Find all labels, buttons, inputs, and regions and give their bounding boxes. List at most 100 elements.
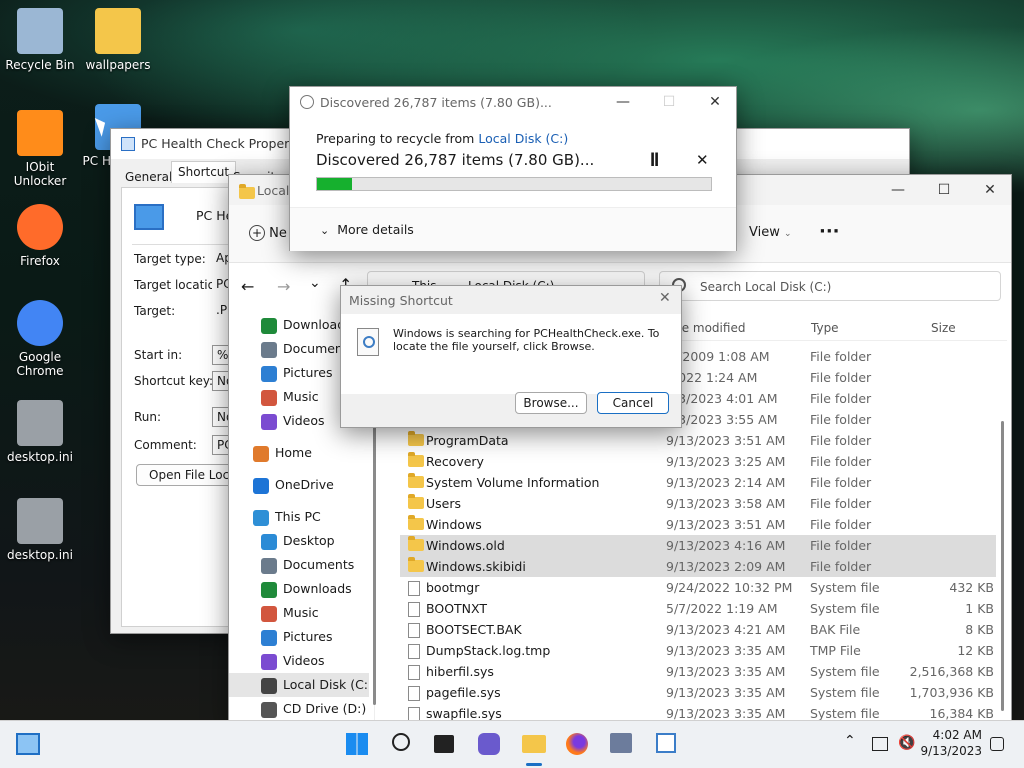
desktop-icon-label: Firefox <box>20 254 60 268</box>
search-icon[interactable] <box>392 733 410 751</box>
clock[interactable]: 4:02 AM 9/13/2023 <box>920 727 982 759</box>
table-row[interactable]: bootmgr 9/24/2022 10:32 PM System file 432 … <box>400 577 996 598</box>
col-size[interactable]: Size <box>931 321 956 335</box>
open-file-location-button[interactable]: Open File Locatio <box>136 464 236 486</box>
nav-icon <box>253 445 269 462</box>
table-row[interactable]: System Volume Information 9/13/2023 2:14 … <box>400 472 996 493</box>
col-type[interactable]: Type <box>811 321 839 335</box>
row-name: DumpStack.log.tmp <box>426 643 551 658</box>
nav-icon <box>261 653 277 670</box>
maximize-button[interactable]: ☐ <box>921 175 967 205</box>
widgets-icon[interactable] <box>16 733 40 755</box>
folder-icon <box>408 536 424 551</box>
app-window-icon[interactable] <box>656 733 676 753</box>
close-button[interactable]: ✕ <box>967 175 1013 205</box>
table-row[interactable]: Users 9/13/2023 3:58 AM File folder <box>400 493 996 514</box>
chat-icon[interactable] <box>478 733 500 755</box>
desktop-icon-label: Recycle Bin <box>5 58 75 72</box>
view-button[interactable]: View ⌄ <box>749 225 792 240</box>
search-box[interactable]: Search Local Disk (C:) <box>659 271 1001 301</box>
task-view-icon[interactable] <box>434 735 454 753</box>
volume-muted-icon[interactable]: 🔇 <box>898 735 915 751</box>
file-icon <box>408 644 420 659</box>
desktop-icon[interactable]: desktop.ini <box>0 400 80 464</box>
close-icon[interactable]: ✕ <box>659 290 671 306</box>
table-row[interactable]: Windows.skibidi 9/13/2023 2:09 AM File fol… <box>400 556 996 577</box>
table-row[interactable]: ProgramData 9/13/2023 3:51 AM File folder <box>400 430 996 451</box>
table-row[interactable]: Windows 9/13/2023 3:51 AM File folder <box>400 514 996 535</box>
row-type: TMP File <box>810 643 861 658</box>
table-row[interactable]: hiberfil.sys 9/13/2023 3:35 AM System file… <box>400 661 996 682</box>
start-icon[interactable] <box>346 733 368 755</box>
more-details-button[interactable]: ⌄ More details <box>320 222 414 237</box>
nav-icon <box>261 317 277 334</box>
close-button[interactable]: ✕ <box>692 87 738 117</box>
row-date: 9/13/2023 3:51 AM <box>666 433 786 448</box>
nav-icon <box>261 557 277 574</box>
preparing-text: Preparing to recycle from Local Disk (C:… <box>316 131 569 146</box>
table-row[interactable]: pagefile.sys 9/13/2023 3:35 AM System file… <box>400 682 996 703</box>
table-row[interactable]: BOOTNXT 5/7/2022 1:19 AM System file 1 KB <box>400 598 996 619</box>
desktop-icon[interactable]: desktop.ini <box>0 498 80 562</box>
nav-label: Videos <box>283 653 325 668</box>
tab-general[interactable]: General <box>119 167 178 189</box>
nav-item[interactable]: Downloads <box>229 577 369 601</box>
pause-icon[interactable]: ǁ <box>650 151 659 167</box>
nav-item[interactable]: Videos <box>229 649 369 673</box>
row-type: File folder <box>810 475 872 490</box>
notification-icon[interactable] <box>990 737 1004 751</box>
new-button[interactable]: + Ne <box>249 225 287 241</box>
file-explorer-icon[interactable] <box>522 735 546 753</box>
cancel-icon[interactable]: ✕ <box>696 151 709 169</box>
more-options-icon[interactable]: ··· <box>819 221 840 242</box>
network-icon[interactable] <box>872 737 888 751</box>
nav-item[interactable]: Documents <box>229 553 369 577</box>
nav-item[interactable]: Music <box>229 601 369 625</box>
cancel-button[interactable]: Cancel <box>597 392 669 414</box>
browse-button[interactable]: Browse... <box>515 392 587 414</box>
dialog-titlebar[interactable]: Missing Shortcut ✕ <box>341 286 681 314</box>
minimize-button[interactable]: — <box>875 175 921 205</box>
table-row[interactable]: DumpStack.log.tmp 9/13/2023 3:35 AM TMP Fi… <box>400 640 996 661</box>
chevron-up-icon[interactable]: ⌃ <box>844 733 856 749</box>
forward-arrow-icon[interactable]: → <box>277 277 290 296</box>
firefox-icon[interactable] <box>566 733 588 755</box>
folder-icon <box>408 515 424 530</box>
maximize-button[interactable]: ☐ <box>646 87 692 117</box>
progress-window: Discovered 26,787 items (7.80 GB)... — ☐… <box>289 86 737 251</box>
nav-item[interactable]: Pictures <box>229 625 369 649</box>
nav-item[interactable]: This PC <box>229 505 369 529</box>
vertical-scrollbar[interactable] <box>1001 421 1004 711</box>
nav-icon <box>253 477 269 494</box>
file-icon <box>408 665 420 680</box>
desktop-icon[interactable]: IObit Unlocker <box>0 110 80 188</box>
nav-item[interactable]: CD Drive (D:) vir <box>229 697 369 721</box>
col-modified[interactable]: te modified <box>677 321 745 335</box>
desktop-icon[interactable]: wallpapers <box>78 8 158 72</box>
desktop-icon[interactable]: Recycle Bin <box>0 8 80 72</box>
pc-health-icon[interactable] <box>610 733 632 753</box>
recent-chevron-icon[interactable]: ⌄ <box>309 275 321 291</box>
row-type: File folder <box>810 412 872 427</box>
nav-item[interactable]: OneDrive <box>229 473 369 497</box>
desktop-icon[interactable]: Firefox <box>0 204 80 268</box>
row-name: ProgramData <box>426 433 509 448</box>
nav-item[interactable]: Home <box>229 441 369 465</box>
nav-label: Downloads <box>283 581 352 596</box>
progress-titlebar[interactable]: Discovered 26,787 items (7.80 GB)... — ☐… <box>290 87 736 117</box>
source-link[interactable]: Local Disk (C:) <box>478 131 568 146</box>
folder-icon <box>239 183 255 199</box>
table-row[interactable]: Recovery 9/13/2023 3:25 AM File folder <box>400 451 996 472</box>
nav-item[interactable]: Local Disk (C:) <box>229 673 369 697</box>
row-type: File folder <box>810 391 872 406</box>
desktop-icon[interactable]: Google Chrome <box>0 300 80 378</box>
desktop-icon-label: wallpapers <box>85 58 151 72</box>
table-row[interactable]: BOOTSECT.BAK 9/13/2023 4:21 AM BAK File 8 K… <box>400 619 996 640</box>
row-date: /13/2023 4:01 AM <box>666 391 778 406</box>
back-arrow-icon[interactable]: ← <box>241 277 254 296</box>
minimize-button[interactable]: — <box>600 87 646 117</box>
nav-item[interactable]: Desktop <box>229 529 369 553</box>
nav-label: Documents <box>283 557 355 572</box>
nav-label: Desktop <box>283 533 335 548</box>
table-row[interactable]: Windows.old 9/13/2023 4:16 AM File folder <box>400 535 996 556</box>
